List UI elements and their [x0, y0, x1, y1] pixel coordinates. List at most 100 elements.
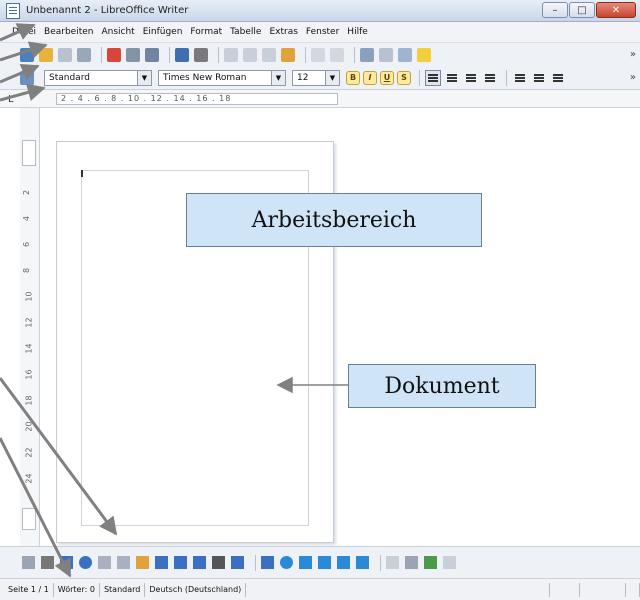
symbol-shapes-icon[interactable]	[280, 556, 293, 569]
window-title: Unbenannt 2 - LibreOffice Writer	[26, 5, 189, 16]
underline-icon[interactable]: U	[380, 70, 394, 85]
toolbar-separator	[354, 46, 355, 63]
paste-icon[interactable]	[262, 47, 276, 62]
cut-icon[interactable]	[224, 47, 238, 62]
menu-fenster[interactable]: Fenster	[306, 27, 339, 37]
standard-toolbar: »	[0, 42, 640, 66]
view-layout-icon[interactable]	[580, 582, 626, 597]
toolbar-separator	[305, 46, 306, 63]
save-icon[interactable]	[58, 47, 72, 62]
points-icon[interactable]	[386, 556, 399, 569]
toolbar-separator	[506, 69, 507, 86]
format-paintbrush-icon[interactable]	[281, 47, 295, 62]
menu-tabelle[interactable]: Tabelle	[230, 27, 261, 37]
curve-icon[interactable]	[117, 556, 130, 569]
arc-icon[interactable]	[155, 556, 168, 569]
basic-shapes-icon[interactable]	[261, 556, 274, 569]
zoom-slider[interactable]	[626, 582, 640, 597]
edit-file-icon[interactable]	[77, 47, 91, 62]
word-count: Wörter: 0	[54, 582, 100, 597]
open-folder-icon[interactable]	[39, 47, 53, 62]
callouts-icon[interactable]	[337, 556, 350, 569]
ruler-scale[interactable]: 2 . 4 . 6 . 8 . 10 . 12 . 14 . 16 . 18	[56, 93, 338, 105]
chevron-down-icon[interactable]: ▼	[271, 70, 285, 85]
tab-type-icon[interactable]: L	[8, 94, 14, 105]
font-name-select[interactable]: Times New Roman ▼	[158, 69, 286, 86]
spellcheck-icon[interactable]	[175, 47, 189, 62]
page-indicator[interactable]: Seite 1 / 1	[4, 582, 54, 597]
image-icon[interactable]	[398, 47, 412, 62]
toolbar-overflow-icon[interactable]: »	[630, 72, 636, 83]
page-style[interactable]: Standard	[100, 582, 146, 597]
maximize-button[interactable]: □	[569, 2, 595, 18]
writer-app-icon[interactable]	[6, 3, 20, 19]
justify-icon[interactable]	[482, 70, 498, 86]
vruler-number: 20	[24, 421, 34, 432]
polygon-icon[interactable]	[98, 556, 111, 569]
selection-mode-icon[interactable]	[550, 582, 580, 597]
new-document-icon[interactable]	[20, 47, 34, 62]
menu-hilfe[interactable]: Hilfe	[347, 27, 367, 37]
indent-icon[interactable]	[550, 70, 566, 86]
menu-einfuegen[interactable]: Einfügen	[143, 27, 183, 37]
vertical-ruler-bottom-margin	[22, 508, 36, 530]
paragraph-style-select[interactable]: Standard ▼	[44, 69, 152, 86]
menu-ansicht[interactable]: Ansicht	[101, 27, 134, 37]
chevron-down-icon[interactable]: ▼	[137, 70, 151, 85]
toolbar-overflow-icon[interactable]: »	[630, 49, 636, 60]
export-pdf-icon[interactable]	[107, 47, 121, 62]
toolbar-separator	[255, 554, 256, 571]
fontwork-icon[interactable]	[405, 556, 418, 569]
from-file-icon[interactable]	[424, 556, 437, 569]
stars-icon[interactable]	[356, 556, 369, 569]
vruler-number: 14	[24, 343, 34, 354]
table-icon[interactable]	[360, 47, 374, 62]
font-size-select[interactable]: 12 ▼	[292, 69, 340, 86]
status-bar: Seite 1 / 1 Wörter: 0 Standard Deutsch (…	[0, 578, 640, 600]
text-icon[interactable]	[212, 556, 225, 569]
insert-mode-icon[interactable]	[520, 582, 550, 597]
close-button[interactable]: ✕	[596, 2, 636, 18]
chevron-down-icon[interactable]: ▼	[325, 70, 339, 85]
undo-icon[interactable]	[311, 47, 325, 62]
minimize-button[interactable]: –	[542, 2, 568, 18]
align-center-icon[interactable]	[444, 70, 460, 86]
shadow-icon[interactable]: S	[397, 70, 411, 85]
redo-icon[interactable]	[330, 47, 344, 62]
line-icon[interactable]	[41, 556, 54, 569]
styles-window-icon[interactable]	[20, 70, 34, 85]
vruler-number: 16	[24, 369, 34, 380]
vruler-number: 18	[24, 395, 34, 406]
print-preview-icon[interactable]	[145, 47, 159, 62]
text-cursor	[81, 170, 83, 177]
language-indicator[interactable]: Deutsch (Deutschland)	[145, 582, 247, 597]
show-draw-functions-icon[interactable]	[379, 47, 393, 62]
numbering-icon[interactable]	[512, 70, 528, 86]
vruler-number: 8	[22, 267, 32, 274]
light-bulb-icon[interactable]	[417, 47, 431, 62]
bold-icon[interactable]: B	[346, 70, 360, 85]
align-left-icon[interactable]	[425, 69, 441, 86]
title-bar: Unbenannt 2 - LibreOffice Writer – □ ✕	[0, 0, 640, 22]
flowchart-icon[interactable]	[318, 556, 331, 569]
print-icon[interactable]	[126, 47, 140, 62]
pie-icon[interactable]	[174, 556, 187, 569]
menu-datei[interactable]: Datei	[12, 27, 36, 37]
menu-format[interactable]: Format	[190, 27, 222, 37]
menu-bearbeiten[interactable]: Bearbeiten	[44, 27, 93, 37]
freeform-icon[interactable]	[136, 556, 149, 569]
align-right-icon[interactable]	[463, 70, 479, 86]
block-arrows-icon[interactable]	[299, 556, 312, 569]
vertical-ruler: 2 4 6 8 10 12 14 16 18 20 22 24	[20, 108, 40, 546]
callout-icon[interactable]	[231, 556, 244, 569]
select-arrow-icon[interactable]	[22, 556, 35, 569]
bullets-icon[interactable]	[531, 70, 547, 86]
copy-icon[interactable]	[243, 47, 257, 62]
rectangle-icon[interactable]	[60, 556, 73, 569]
ellipse-icon[interactable]	[79, 556, 92, 569]
autocheck-icon[interactable]	[194, 47, 208, 62]
italic-icon[interactable]: I	[363, 70, 377, 85]
menu-extras[interactable]: Extras	[269, 27, 297, 37]
extrusion-icon[interactable]	[443, 556, 456, 569]
segment-icon[interactable]	[193, 556, 206, 569]
